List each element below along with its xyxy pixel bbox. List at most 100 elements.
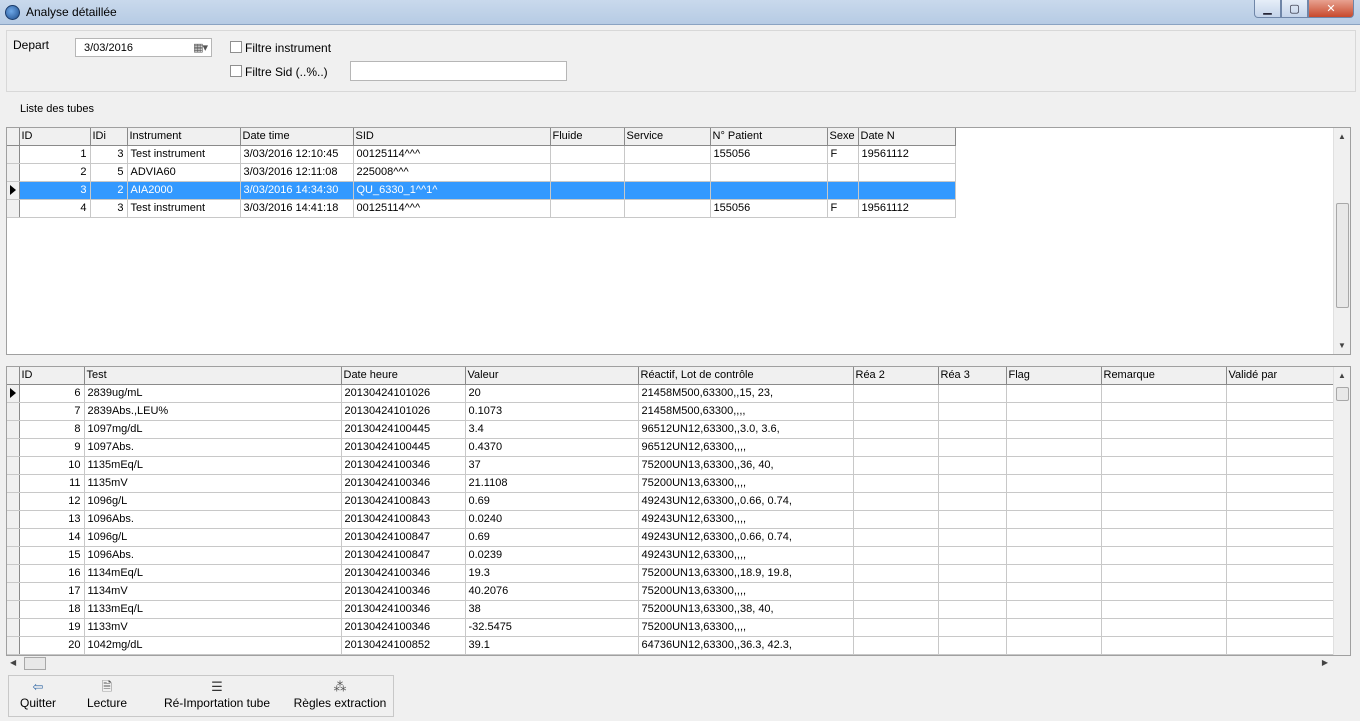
table-cell[interactable] [1226,528,1335,547]
table-cell[interactable]: 21458M500,63300,,,, [638,402,854,421]
table-cell[interactable]: 37 [465,456,639,475]
table-cell[interactable] [938,510,1007,529]
results-col-header[interactable]: Réactif, Lot de contrôle [638,367,854,385]
results-col-header[interactable]: Valeur [465,367,639,385]
results-horizontal-scrollbar[interactable]: ◀ ▶ [6,656,1332,671]
table-cell[interactable] [853,636,939,655]
table-cell[interactable] [1006,618,1102,637]
table-cell[interactable] [1006,474,1102,493]
results-grid[interactable]: ID Test Date heure Valeur Réactif, Lot de co… [6,366,1351,656]
table-cell[interactable] [1226,618,1335,637]
table-cell[interactable]: 155056 [710,145,828,164]
table-cell[interactable]: 3/03/2016 14:41:18 [240,199,354,218]
table-cell[interactable]: 49243UN12,63300,,0.66, 0.74, [638,492,854,511]
table-cell[interactable]: 75200UN13,63300,,,, [638,474,854,493]
table-cell[interactable]: 225008^^^ [353,163,551,182]
table-cell[interactable]: 19 [19,618,85,637]
table-row[interactable]: 11 1135mV 20130424100346 21.1108 75200UN13,6… [7,474,1335,493]
table-cell[interactable]: 3 [90,199,128,218]
table-cell[interactable] [1226,384,1335,403]
tubes-col-header[interactable]: Instrument [127,128,241,146]
table-cell[interactable] [1226,492,1335,511]
tubes-col-header[interactable]: Date N [858,128,956,146]
row-indicator[interactable] [7,582,20,601]
tubes-col-header[interactable]: IDi [90,128,128,146]
table-cell[interactable]: Test instrument [127,145,241,164]
results-col-header[interactable]: Test [84,367,342,385]
table-cell[interactable]: 20130424100847 [341,546,466,565]
table-cell[interactable] [1101,564,1227,583]
table-cell[interactable]: 20 [465,384,639,403]
table-cell[interactable]: 155056 [710,199,828,218]
table-cell[interactable]: 20130424100346 [341,564,466,583]
table-cell[interactable]: F [827,145,859,164]
table-row[interactable]: 16 1134mEq/L 20130424100346 19.3 75200UN13,6… [7,564,1335,583]
results-col-header[interactable]: Réa 3 [938,367,1007,385]
filtre-sid-input[interactable] [350,61,567,81]
table-row[interactable]: 6 2839ug/mL 20130424101026 20 21458M500,6330… [7,384,1335,403]
tubes-col-header[interactable]: SID [353,128,551,146]
table-cell[interactable]: 0.0240 [465,510,639,529]
table-cell[interactable]: 3.4 [465,420,639,439]
table-cell[interactable]: 2 [90,181,128,200]
table-cell[interactable]: 21458M500,63300,,15, 23, [638,384,854,403]
table-cell[interactable]: 20130424100346 [341,582,466,601]
table-cell[interactable]: 96512UN12,63300,,,, [638,438,854,457]
table-cell[interactable] [1226,420,1335,439]
table-cell[interactable]: AIA2000 [127,181,241,200]
table-cell[interactable] [710,181,828,200]
table-cell[interactable]: 0.69 [465,528,639,547]
table-cell[interactable]: 9 [19,438,85,457]
table-cell[interactable] [853,564,939,583]
table-cell[interactable] [624,199,711,218]
table-row[interactable]: 4 3 Test instrument 3/03/2016 14:41:18 00125… [7,199,956,218]
table-cell[interactable] [1226,402,1335,421]
filtre-sid-checkbox[interactable] [230,65,242,77]
table-cell[interactable] [853,492,939,511]
table-row[interactable]: 2 5 ADVIA60 3/03/2016 12:11:08 225008^^^ [7,163,956,182]
table-cell[interactable]: 20130424100843 [341,510,466,529]
table-cell[interactable] [624,181,711,200]
table-cell[interactable]: 1 [19,145,91,164]
table-cell[interactable]: 20130424100346 [341,456,466,475]
table-cell[interactable] [938,474,1007,493]
table-cell[interactable]: 19561112 [858,199,956,218]
table-cell[interactable] [853,456,939,475]
table-cell[interactable]: 3/03/2016 12:11:08 [240,163,354,182]
table-cell[interactable] [938,564,1007,583]
table-cell[interactable] [1226,510,1335,529]
row-indicator[interactable] [7,384,20,403]
table-row[interactable]: 3 2 AIA2000 3/03/2016 14:34:30 QU_6330_1^^1^ [7,181,956,200]
calendar-dropdown-icon[interactable]: ▦▾ [193,41,208,54]
table-cell[interactable]: 49243UN12,63300,,0.66, 0.74, [638,528,854,547]
table-cell[interactable]: 4 [19,199,91,218]
table-cell[interactable] [853,402,939,421]
table-cell[interactable] [853,528,939,547]
table-cell[interactable]: 00125114^^^ [353,145,551,164]
table-cell[interactable] [1226,582,1335,601]
table-cell[interactable]: 20130424100847 [341,528,466,547]
table-cell[interactable] [1226,564,1335,583]
table-cell[interactable] [853,546,939,565]
table-cell[interactable] [1006,384,1102,403]
results-col-header[interactable]: ID [19,367,85,385]
table-cell[interactable] [853,618,939,637]
row-indicator[interactable] [7,402,20,421]
table-row[interactable]: 14 1096g/L 20130424100847 0.69 49243UN12,633… [7,528,1335,547]
row-indicator[interactable] [7,510,20,529]
table-cell[interactable] [624,163,711,182]
table-cell[interactable]: 20130424100843 [341,492,466,511]
results-vertical-scrollbar[interactable]: ▲ [1333,367,1350,655]
tubes-vertical-scrollbar[interactable]: ▲ ▼ [1333,128,1350,354]
results-col-header[interactable]: Validé par [1226,367,1335,385]
table-cell[interactable] [550,163,625,182]
table-cell[interactable]: -32.5475 [465,618,639,637]
table-cell[interactable]: 1134mV [84,582,342,601]
table-cell[interactable] [1101,636,1227,655]
table-cell[interactable] [1101,510,1227,529]
table-cell[interactable] [853,600,939,619]
table-cell[interactable]: 75200UN13,63300,,36, 40, [638,456,854,475]
depart-date-picker[interactable]: 3/03/2016 ▦▾ [75,38,212,57]
table-row[interactable]: 20 1042mg/dL 20130424100852 39.1 64736UN12,6… [7,636,1335,655]
table-cell[interactable]: 00125114^^^ [353,199,551,218]
